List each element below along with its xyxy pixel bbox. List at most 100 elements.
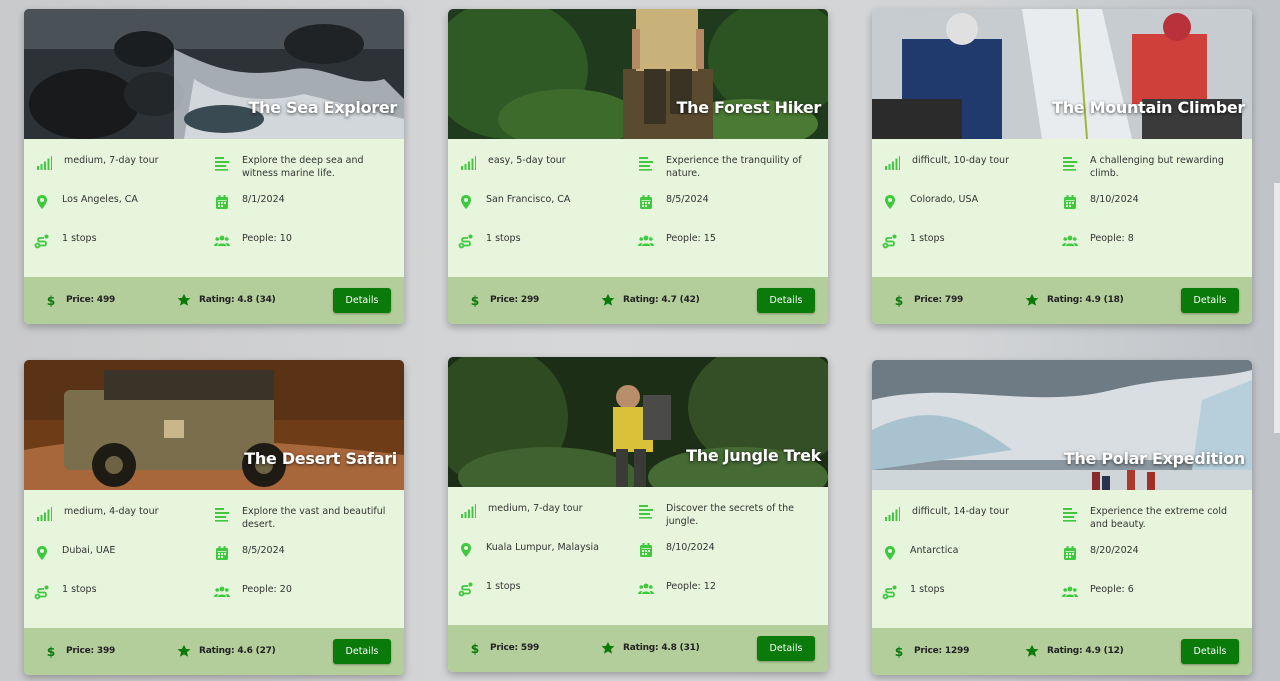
difficulty-info: medium, 4-day tour [36, 505, 196, 522]
tour-title: The Polar Expedition [1063, 449, 1246, 468]
people-info: People: 6 [1062, 583, 1242, 600]
dollar-icon [44, 644, 58, 658]
tour-image: The Sea Explorer [24, 9, 404, 139]
details-button[interactable]: Details [757, 636, 815, 661]
price-text: Price: 299 [490, 295, 540, 305]
calendar-icon [638, 194, 654, 210]
difficulty-info: easy, 5-day tour [460, 154, 620, 171]
location-text: Kuala Lumpur, Malaysia [486, 542, 599, 553]
location-text: Los Angeles, CA [62, 194, 138, 205]
text-lines-icon [638, 503, 654, 519]
stops-info: 1 stops [882, 583, 1042, 600]
difficulty-text: medium, 7-day tour [64, 155, 159, 166]
calendar-icon [214, 194, 230, 210]
location-text: Antarctica [910, 545, 959, 556]
route-icon [34, 233, 50, 249]
tour-title: The Jungle Trek [686, 446, 821, 465]
description-text: A challenging but rewarding climb. [1090, 155, 1224, 179]
people-info: People: 20 [214, 583, 394, 600]
price-text: Price: 799 [914, 295, 964, 305]
location-info: Antarctica [882, 544, 1042, 561]
difficulty-info: difficult, 14-day tour [884, 505, 1044, 522]
tour-card-jungle-trek: The Jungle Trek medium, 7-day tour Discove… [448, 357, 828, 672]
date-info: 8/5/2024 [214, 544, 394, 561]
sea-scene-image [24, 9, 404, 139]
people-text: People: 10 [242, 233, 292, 244]
date-text: 8/10/2024 [666, 542, 715, 553]
price-text: Price: 499 [66, 295, 116, 305]
tour-title: The Desert Safari [244, 449, 397, 468]
star-icon [177, 293, 191, 307]
description-text: Explore the vast and beautiful desert. [242, 506, 386, 530]
rating-text: Rating: 4.7 (42) [623, 295, 700, 305]
text-lines-icon [1062, 155, 1078, 171]
tour-card-sea-explorer: The Sea Explorer medium, 7-day tour Explor… [24, 9, 404, 324]
date-text: 8/1/2024 [242, 194, 285, 205]
price-info: Price: 299 [468, 293, 539, 307]
description-info: Experience the tranquility of nature. [638, 154, 818, 180]
date-info: 8/1/2024 [214, 193, 394, 210]
route-icon [458, 581, 474, 597]
stops-info: 1 stops [882, 232, 1042, 249]
stops-text: 1 stops [486, 233, 521, 244]
difficulty-text: medium, 7-day tour [488, 503, 583, 514]
tour-details: difficult, 14-day tour Experience the ext… [872, 490, 1252, 628]
tour-card-polar-expedition: The Polar Expedition difficult, 14-day to… [872, 360, 1252, 675]
date-info: 8/5/2024 [638, 193, 818, 210]
tour-footer: Price: 1299 Rating: 4.9 (12) Details [872, 628, 1252, 675]
star-icon [177, 644, 191, 658]
forest-scene-image [448, 9, 828, 139]
details-button[interactable]: Details [333, 639, 391, 664]
location-info: Los Angeles, CA [34, 193, 194, 210]
date-text: 8/5/2024 [666, 194, 709, 205]
location-text: San Francisco, CA [486, 194, 571, 205]
text-lines-icon [638, 155, 654, 171]
details-button[interactable]: Details [1181, 639, 1239, 664]
location-info: Kuala Lumpur, Malaysia [458, 541, 618, 558]
calendar-icon [1062, 194, 1078, 210]
users-icon [638, 581, 654, 597]
route-icon [458, 233, 474, 249]
rating-info: Rating: 4.7 (42) [601, 293, 700, 307]
tour-details: difficult, 10-day tour A challenging but … [872, 139, 1252, 277]
description-text: Discover the secrets of the jungle. [666, 503, 794, 527]
description-info: Explore the vast and beautiful desert. [214, 505, 394, 531]
stops-text: 1 stops [62, 584, 97, 595]
description-info: A challenging but rewarding climb. [1062, 154, 1242, 180]
tour-footer: Price: 599 Rating: 4.8 (31) Details [448, 625, 828, 672]
stops-text: 1 stops [62, 233, 97, 244]
stops-info: 1 stops [458, 232, 618, 249]
star-icon [1025, 644, 1039, 658]
desert-scene-image [24, 360, 404, 490]
date-info: 8/10/2024 [1062, 193, 1242, 210]
people-info: People: 10 [214, 232, 394, 249]
details-button[interactable]: Details [1181, 288, 1239, 313]
scrollbar-track[interactable] [1274, 183, 1280, 433]
users-icon [1062, 584, 1078, 600]
tour-card-desert-safari: The Desert Safari medium, 4-day tour Explo… [24, 360, 404, 675]
details-button[interactable]: Details [757, 288, 815, 313]
people-text: People: 6 [1090, 584, 1134, 595]
tour-image: The Mountain Climber [872, 9, 1252, 139]
stops-info: 1 stops [34, 232, 194, 249]
price-info: Price: 499 [44, 293, 115, 307]
date-info: 8/10/2024 [638, 541, 818, 558]
tour-details: medium, 7-day tour Explore the deep sea a… [24, 139, 404, 277]
price-info: Price: 799 [892, 293, 963, 307]
text-lines-icon [214, 155, 230, 171]
rating-text: Rating: 4.8 (34) [199, 295, 276, 305]
details-button[interactable]: Details [333, 288, 391, 313]
mountain-scene-image [872, 9, 1252, 139]
rating-info: Rating: 4.6 (27) [177, 644, 276, 658]
tour-details: medium, 4-day tour Explore the vast and b… [24, 490, 404, 628]
rating-info: Rating: 4.9 (12) [1025, 644, 1124, 658]
people-text: People: 8 [1090, 233, 1134, 244]
tour-title: The Forest Hiker [676, 98, 821, 117]
route-icon [882, 584, 898, 600]
dollar-icon [892, 644, 906, 658]
route-icon [882, 233, 898, 249]
location-text: Dubai, UAE [62, 545, 116, 556]
difficulty-info: difficult, 10-day tour [884, 154, 1044, 171]
people-info: People: 8 [1062, 232, 1242, 249]
tour-image: The Desert Safari [24, 360, 404, 490]
